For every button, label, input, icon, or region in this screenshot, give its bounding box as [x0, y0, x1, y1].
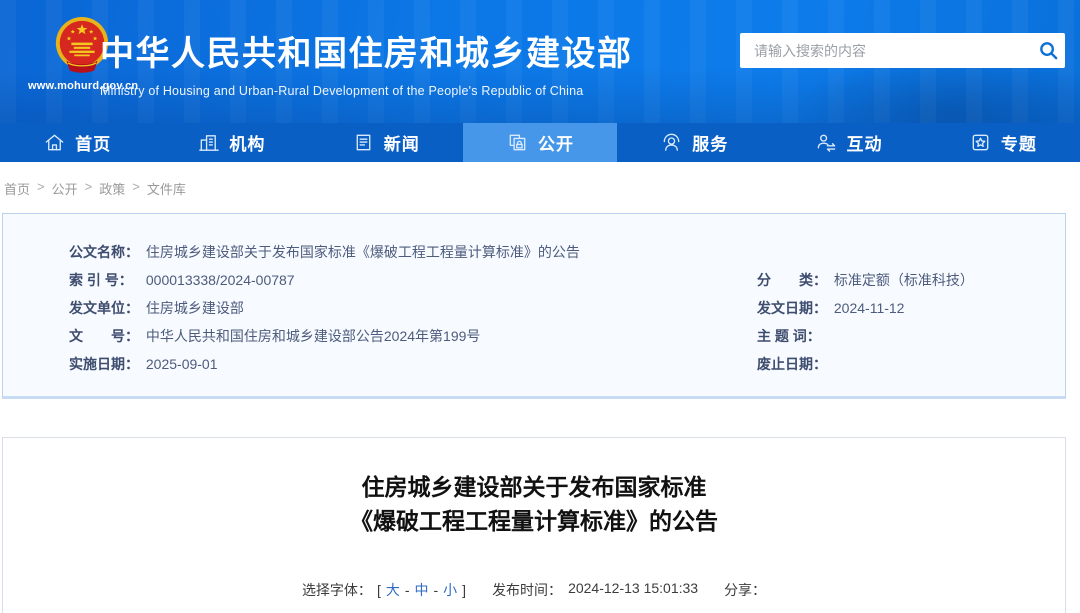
breadcrumb-disclosure[interactable]: 公开 [52, 179, 78, 198]
font-size-label: 选择字体： [301, 582, 372, 598]
article-title-line2: 《爆破工程工程量计算标准》的公告 [350, 508, 718, 534]
category-row: 分 类： 标准定额（标准科技） [757, 266, 1065, 294]
font-size-small-link[interactable]: 小 [443, 580, 457, 600]
interaction-icon [815, 131, 838, 154]
document-info-panel: 公文名称： 住房城乡建设部关于发布国家标准《爆破工程工程量计算标准》的公告 索 … [2, 213, 1066, 399]
index-number-value: 000013338/2024-00787 [145, 272, 295, 288]
article-title: 住房城乡建设部关于发布国家标准 《爆破工程工程量计算标准》的公告 [3, 470, 1065, 538]
nav-item-topics[interactable]: 专题 [926, 123, 1080, 162]
breadcrumb-document-library[interactable]: 文件库 [147, 179, 186, 198]
nav-item-interaction[interactable]: 互动 [771, 123, 925, 162]
index-number-row: 索 引 号： 000013338/2024-00787 [69, 266, 757, 294]
publish-time-label: 发布时间： [492, 582, 563, 598]
nav-label: 公开 [537, 135, 574, 154]
nav-item-home[interactable]: 首页 [0, 123, 154, 162]
publish-time-group: 发布时间： 2024-12-13 15:01:33 [492, 580, 698, 600]
implementation-date-row: 实施日期： 2025-09-01 [69, 350, 757, 378]
nav-item-services[interactable]: 服务 [617, 123, 771, 162]
article-title-line1: 住房城乡建设部关于发布国家标准 [361, 474, 707, 500]
search-button[interactable] [1031, 33, 1065, 68]
nav-label: 机构 [229, 135, 266, 154]
search-box [740, 33, 1065, 68]
issue-date-row: 发文日期： 2024-11-12 [757, 294, 1065, 322]
nav-label: 专题 [1000, 135, 1037, 154]
topics-icon [969, 131, 992, 154]
breadcrumb-separator: > [84, 179, 93, 194]
implementation-date-value: 2025-09-01 [145, 356, 218, 372]
nav-label: 新闻 [383, 135, 420, 154]
bracket-close: ] [462, 582, 467, 598]
share-label: 分享： [724, 582, 767, 598]
article-meta-row: 选择字体： [ 大 - 中 - 小 ] 发布时间： 2024-12-13 15:… [3, 580, 1065, 600]
breadcrumb: 首页 > 公开 > 政策 > 文件库 [0, 162, 1080, 213]
document-number-row: 文 号： 中华人民共和国住房和城乡建设部公告2024年第199号 [69, 322, 757, 350]
article-panel: 住房城乡建设部关于发布国家标准 《爆破工程工程量计算标准》的公告 选择字体： [… [2, 437, 1066, 613]
site-banner: www.mohurd.gov.cn 中华人民共和国住房和城乡建设部 Minist… [0, 0, 1080, 123]
publish-time-value: 2024-12-13 15:01:33 [568, 580, 699, 596]
repeal-date-row: 废止日期： [757, 350, 1065, 378]
issue-date-label: 发文日期： [757, 300, 827, 316]
issuing-unit-label: 发文单位： [69, 300, 139, 316]
category-label: 分 类： [757, 272, 827, 288]
breadcrumb-separator: > [132, 179, 140, 194]
breadcrumb-home[interactable]: 首页 [4, 179, 30, 198]
category-value: 标准定额（标准科技） [833, 272, 974, 288]
issuing-unit-row: 发文单位： 住房城乡建设部 [69, 294, 757, 322]
nav-item-disclosure[interactable]: 公开 [462, 123, 618, 162]
document-number-value: 中华人民共和国住房和城乡建设部公告2024年第199号 [145, 328, 481, 344]
implementation-date-label: 实施日期： [69, 356, 139, 372]
nav-label: 服务 [692, 135, 729, 154]
site-title: 中华人民共和国住房和城乡建设部 [100, 35, 633, 73]
index-number-label: 索 引 号： [69, 272, 133, 288]
font-size-large-link[interactable]: 大 [386, 580, 400, 600]
service-icon [660, 131, 683, 154]
organization-icon [197, 131, 220, 154]
nav-label: 互动 [846, 135, 883, 154]
bracket-open: [ [376, 582, 381, 598]
breadcrumb-policy[interactable]: 政策 [99, 179, 125, 198]
doc-name-row: 公文名称： 住房城乡建设部关于发布国家标准《爆破工程工程量计算标准》的公告 [69, 238, 1065, 266]
disclosure-icon [506, 131, 529, 154]
subject-words-row: 主 题 词： [757, 322, 1065, 350]
home-icon [43, 131, 66, 154]
document-number-label: 文 号： [69, 328, 139, 344]
nav-label: 首页 [75, 135, 112, 154]
site-title-block: 中华人民共和国住房和城乡建设部 Ministry of Housing and … [100, 26, 633, 98]
breadcrumb-separator: > [37, 179, 45, 194]
site-subtitle: Ministry of Housing and Urban-Rural Deve… [100, 84, 584, 98]
subject-words-label: 主 题 词： [757, 328, 821, 344]
dash: - [404, 582, 410, 598]
search-input[interactable] [740, 42, 1031, 59]
nav-item-organization[interactable]: 机构 [154, 123, 308, 162]
main-nav: 首页 机构 新闻 公开 服务 互动 专题 [0, 123, 1080, 162]
doc-name-value: 住房城乡建设部关于发布国家标准《爆破工程工程量计算标准》的公告 [145, 244, 580, 260]
news-icon [352, 131, 375, 154]
nav-item-news[interactable]: 新闻 [309, 123, 463, 162]
font-size-selector: 选择字体： [ 大 - 中 - 小 ] [302, 580, 466, 600]
search-icon [1039, 42, 1057, 60]
doc-name-label: 公文名称： [69, 244, 139, 260]
font-size-medium-link[interactable]: 中 [415, 580, 429, 600]
issuing-unit-value: 住房城乡建设部 [145, 300, 244, 316]
dash: - [433, 582, 439, 598]
repeal-date-label: 废止日期： [757, 356, 827, 372]
issue-date-value: 2024-11-12 [833, 300, 905, 316]
